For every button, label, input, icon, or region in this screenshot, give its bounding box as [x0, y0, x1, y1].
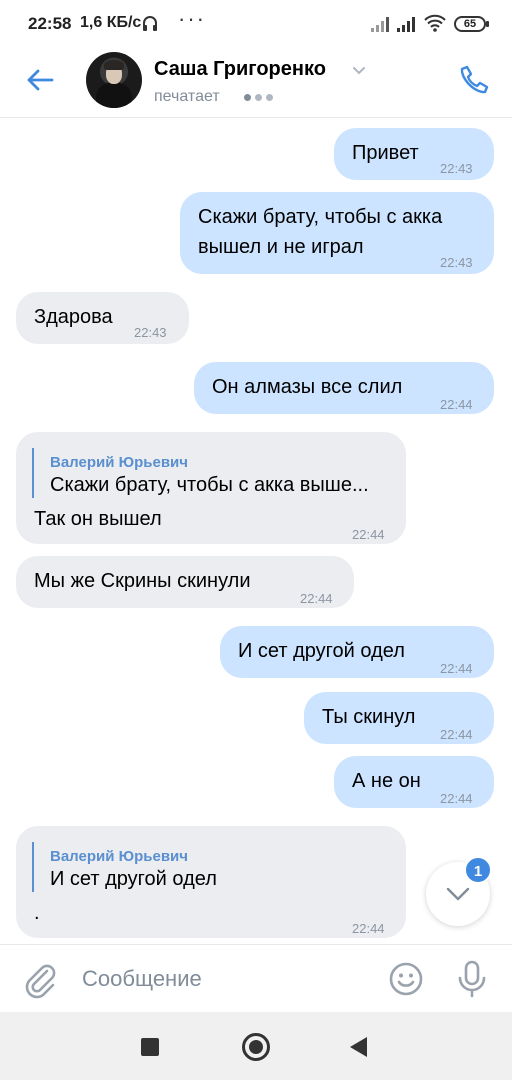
typing-dots-icon [244, 94, 273, 101]
wifi-icon [424, 14, 446, 32]
message-text: Скажи брату, чтобы с акка [198, 206, 443, 228]
message-text: Ты скинул [322, 706, 416, 728]
home-button[interactable] [242, 1033, 270, 1061]
signal-icon [371, 17, 389, 32]
recent-apps-button[interactable] [141, 1038, 159, 1056]
message-text: А не он [352, 770, 421, 792]
message-time: 22:44 [352, 921, 385, 936]
chat-header: Саша Григоренко печатает [0, 48, 512, 118]
contact-name[interactable]: Саша Григоренко [154, 58, 326, 81]
message-time: 22:44 [440, 397, 473, 412]
message-text: Мы же Скрины скинули [34, 570, 251, 592]
network-speed: 1,6 КБ/с [80, 14, 142, 31]
system-back-button[interactable] [350, 1037, 367, 1057]
message-text: Здарова [34, 306, 113, 328]
battery-icon: 65 [454, 16, 489, 32]
message-text: Он алмазы все слил [212, 376, 403, 398]
unread-count-badge: 1 [464, 856, 492, 884]
reply-quote-bar [32, 448, 34, 498]
message-text: вышел и не играл [198, 236, 364, 258]
message-outgoing[interactable]: И сет другой одел 22:44 [220, 626, 494, 678]
chevron-down-icon [446, 887, 470, 901]
message-input[interactable] [70, 959, 370, 999]
message-text: . [34, 902, 40, 924]
status-time: 22:58 [28, 14, 72, 33]
signal-icon [397, 17, 415, 32]
headphones-icon [143, 16, 157, 31]
phone-icon [460, 65, 489, 94]
message-time: 22:43 [134, 325, 167, 340]
message-outgoing[interactable]: Скажи брату, чтобы с акка вышел и не игр… [180, 192, 494, 274]
message-outgoing[interactable]: А не он 22:44 [334, 756, 494, 808]
message-text: И сет другой одел [238, 640, 405, 662]
emoji-icon[interactable] [388, 961, 424, 997]
system-navigation-bar [0, 1012, 512, 1080]
message-incoming-reply[interactable]: Валерий Юрьевич Скажи брату, чтобы с акк… [16, 432, 406, 544]
message-incoming[interactable]: Мы же Скрины скинули 22:44 [16, 556, 354, 608]
message-time: 22:43 [440, 255, 473, 270]
chevron-down-icon[interactable] [352, 66, 366, 76]
message-text: Привет [352, 142, 419, 164]
reply-text[interactable]: И сет другой одел [50, 864, 217, 894]
message-time: 22:43 [440, 161, 473, 176]
status-bar: 22:58 1,6 КБ/с ··· 65 [0, 0, 512, 48]
message-outgoing[interactable]: Он алмазы все слил 22:44 [194, 362, 494, 414]
paperclip-icon[interactable] [20, 959, 60, 999]
microphone-icon[interactable] [454, 959, 490, 999]
message-text: Так он вышел [34, 508, 162, 530]
message-time: 22:44 [352, 527, 385, 542]
message-time: 22:44 [440, 661, 473, 676]
message-time: 22:44 [300, 591, 333, 606]
reply-quote-bar [32, 842, 34, 892]
message-incoming-reply[interactable]: Валерий Юрьевич И сет другой одел . 22:4… [16, 826, 406, 938]
message-time: 22:44 [440, 791, 473, 806]
back-arrow-icon [27, 69, 54, 91]
reply-text[interactable]: Скажи брату, чтобы с акка выше... [50, 470, 369, 500]
message-outgoing[interactable]: Ты скинул 22:44 [304, 692, 494, 744]
message-time: 22:44 [440, 727, 473, 742]
typing-status: печатает [154, 88, 220, 105]
message-incoming[interactable]: Здарова 22:43 [16, 292, 189, 344]
avatar[interactable] [86, 52, 142, 108]
message-outgoing[interactable]: Привет 22:43 [334, 128, 494, 180]
back-button[interactable] [22, 62, 58, 98]
more-notifications-icon: ··· [178, 6, 206, 31]
message-composer [0, 944, 512, 1012]
call-button[interactable] [456, 62, 492, 98]
message-list[interactable]: Привет 22:43 Скажи брату, чтобы с акка в… [0, 118, 512, 944]
